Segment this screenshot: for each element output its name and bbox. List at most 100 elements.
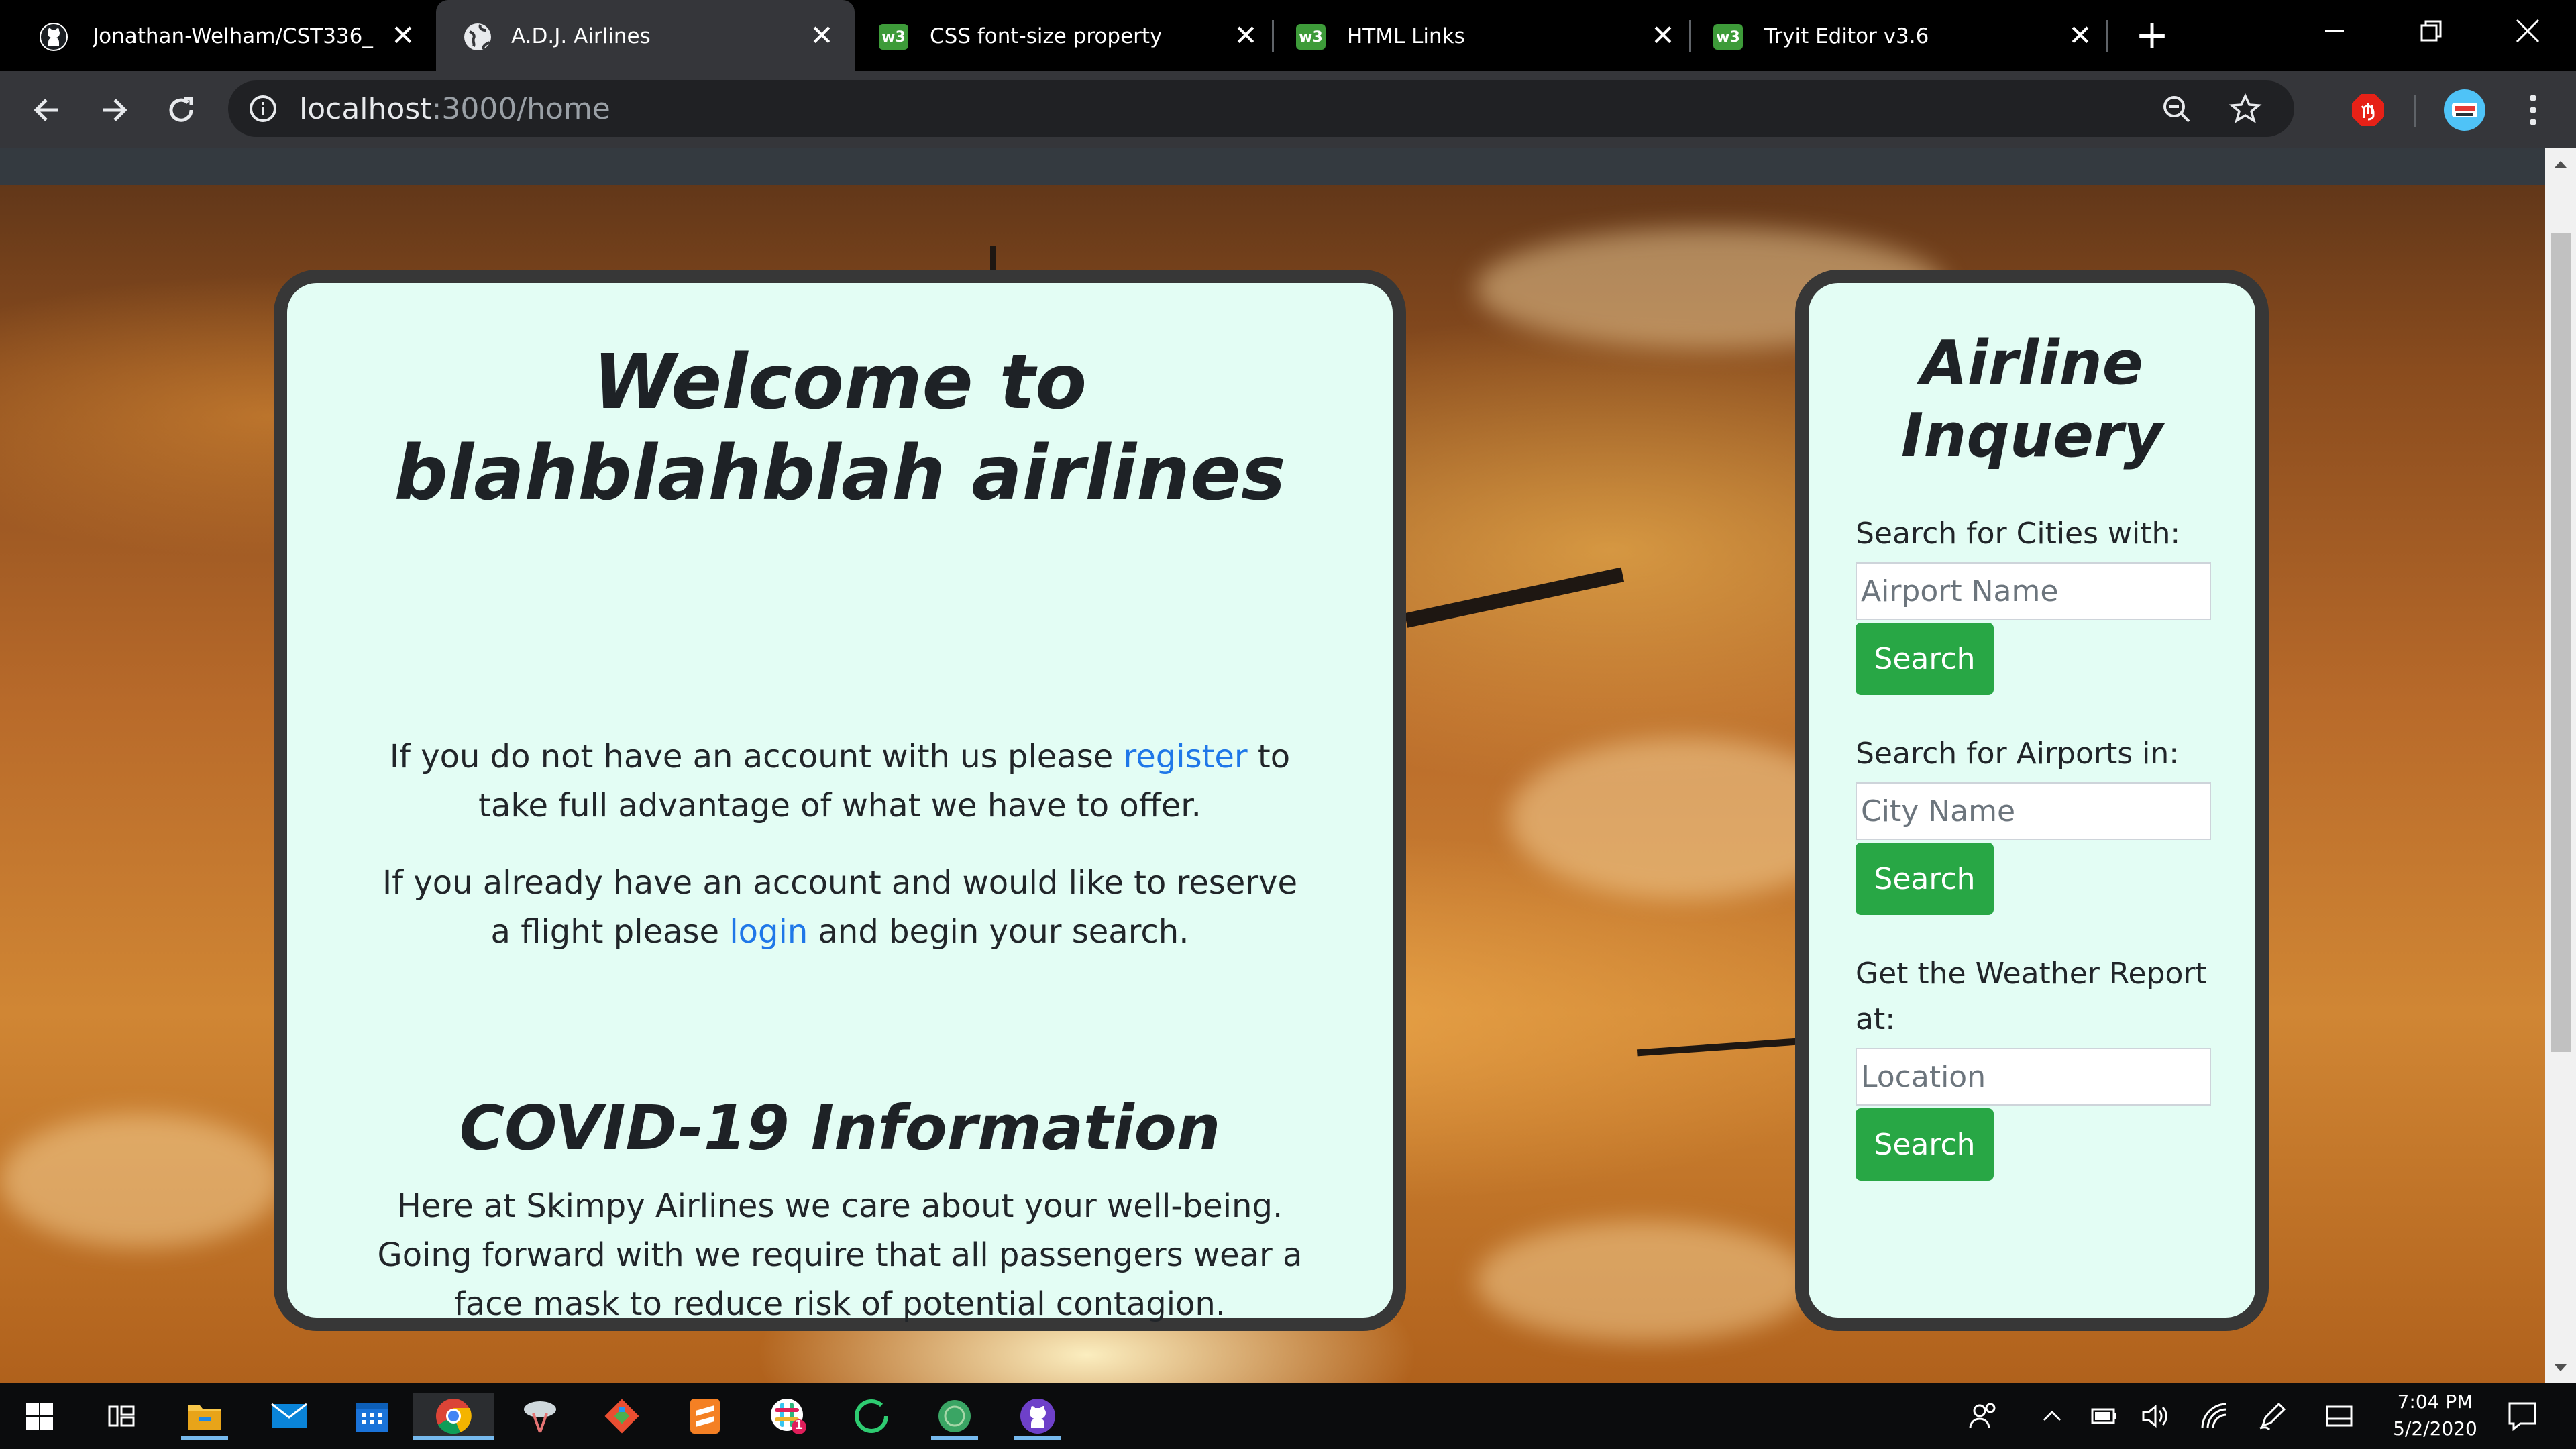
forward-arrow-icon[interactable] <box>90 86 138 134</box>
notification-badge: 1 <box>794 1418 804 1432</box>
w3schools-logo-text: w3 <box>879 24 908 50</box>
url-host: localhost <box>299 92 432 126</box>
wifi-icon[interactable] <box>2199 1401 2230 1432</box>
tab-title: CSS font-size property <box>930 24 1163 48</box>
notifications-icon[interactable] <box>2502 1401 2542 1432</box>
location-input[interactable] <box>1856 1048 2211 1106</box>
close-tab-icon[interactable]: ✕ <box>805 19 839 52</box>
file-explorer-icon[interactable] <box>181 1393 228 1440</box>
airport-name-input[interactable] <box>1856 562 2211 620</box>
close-tab-icon[interactable]: ✕ <box>2063 19 2097 52</box>
scroll-up-arrow-icon[interactable] <box>2552 156 2569 173</box>
site-navbar <box>0 148 2545 185</box>
mail-icon[interactable] <box>266 1393 313 1440</box>
clock-date[interactable]: 5/2/2020 <box>2388 1417 2482 1441</box>
weather-search-label: Get the Weather Report at: <box>1856 957 2207 1036</box>
search-airports-button[interactable]: Search <box>1856 843 1994 915</box>
login-paragraph: If you already have an account and would… <box>368 859 1312 957</box>
register-text-before: If you do not have an account with us pl… <box>389 738 1124 775</box>
people-icon[interactable] <box>1968 1401 1999 1432</box>
profile-avatar[interactable] <box>2440 86 2489 134</box>
battery-icon[interactable] <box>2088 1401 2118 1432</box>
close-tab-icon[interactable]: ✕ <box>386 19 420 52</box>
adblock-extension-icon[interactable] <box>2344 86 2392 134</box>
w3schools-logo-text: w3 <box>1296 24 1326 50</box>
running-indicator <box>1014 1436 1061 1440</box>
tab-title: A.D.J. Airlines <box>511 24 651 48</box>
globe-icon <box>463 22 492 52</box>
slack-icon[interactable]: 1 <box>765 1393 812 1440</box>
tab-title: HTML Links <box>1347 24 1465 48</box>
toolbar-separator <box>2414 95 2416 127</box>
tab-github[interactable]: Jonathan-Welham/CST336_Fin ✕ <box>0 0 433 71</box>
background-plane-wing <box>1404 567 1625 628</box>
circle-app-icon[interactable] <box>848 1393 895 1440</box>
url-text: localhost:3000/home <box>299 93 610 126</box>
w3schools-logo-text: w3 <box>1713 24 1743 50</box>
covid-heading: COVID-19 Information <box>459 1092 1221 1164</box>
inquiry-heading: Airline Inquery <box>1900 328 2163 471</box>
browser-tab-bar: Jonathan-Welham/CST336_Fin ✕ A.D.J. Airl… <box>0 0 2576 71</box>
github-icon <box>39 22 68 52</box>
scrollbar-thumb[interactable] <box>2551 233 2571 1052</box>
bookmark-star-icon[interactable] <box>2229 93 2262 126</box>
reload-icon[interactable] <box>157 86 205 134</box>
close-tab-icon[interactable]: ✕ <box>1646 19 1680 52</box>
chrome-taskbar-icon[interactable] <box>413 1393 494 1440</box>
search-cities-button[interactable]: Search <box>1856 623 1994 695</box>
address-bar[interactable]: localhost:3000/home <box>228 80 2294 137</box>
back-arrow-icon[interactable] <box>23 86 71 134</box>
task-view-icon[interactable] <box>98 1393 145 1440</box>
windows-start-icon[interactable] <box>16 1393 63 1440</box>
running-indicator <box>181 1436 228 1440</box>
pen-workspace-icon[interactable] <box>2257 1401 2288 1432</box>
page-scrollbar[interactable] <box>2545 148 2576 1383</box>
running-indicator <box>413 1436 494 1440</box>
zoom-icon[interactable] <box>2160 93 2194 126</box>
scroll-down-arrow-icon[interactable] <box>2552 1359 2569 1377</box>
page-viewport: Welcome to blahblahblah airlines If you … <box>0 148 2545 1383</box>
background-plane <box>1636 1038 1799 1057</box>
clock-time[interactable]: 7:04 PM <box>2388 1390 2482 1414</box>
covid-body-text: Here at Skimpy Airlines we care about yo… <box>377 1187 1303 1323</box>
volume-icon[interactable] <box>2140 1401 2171 1432</box>
new-tab-button[interactable]: + <box>2132 15 2172 56</box>
w3schools-icon: w3 <box>1296 22 1326 52</box>
airline-inquiry-card: Airline Inquery Search for Cities with: … <box>1795 270 2269 1331</box>
sublime-text-icon[interactable] <box>682 1393 729 1440</box>
w3schools-icon: w3 <box>1713 22 1743 52</box>
airports-search-label: Search for Airports in: <box>1856 737 2180 771</box>
git-client-icon[interactable] <box>598 1393 645 1440</box>
chevron-up-icon[interactable] <box>2037 1401 2068 1432</box>
tab-separator <box>1689 20 1691 52</box>
tab-separator <box>2106 20 2108 52</box>
background-cloud <box>0 1114 282 1248</box>
register-link[interactable]: register <box>1124 738 1248 775</box>
url-path: :3000/home <box>431 92 610 126</box>
welcome-card: Welcome to blahblahblah airlines If you … <box>274 270 1406 1331</box>
w3schools-icon: w3 <box>879 22 908 52</box>
browser-toolbar: localhost:3000/home <box>0 71 2576 148</box>
minimize-icon[interactable] <box>2308 11 2361 51</box>
keyboard-icon[interactable] <box>2324 1401 2355 1432</box>
restore-icon[interactable] <box>2404 11 2458 51</box>
app-globe-icon[interactable] <box>931 1393 978 1440</box>
calendar-icon[interactable] <box>349 1393 396 1440</box>
login-link[interactable]: login <box>729 913 808 951</box>
tab-css-font-size[interactable]: w3 CSS font-size property ✕ <box>860 0 1275 71</box>
site-info-icon[interactable] <box>248 94 278 123</box>
tab-title: Jonathan-Welham/CST336_Fin <box>93 24 374 48</box>
city-name-input[interactable] <box>1856 782 2211 840</box>
github-desktop-icon[interactable] <box>1014 1393 1061 1440</box>
close-window-icon[interactable] <box>2501 11 2555 51</box>
close-tab-icon[interactable]: ✕ <box>1229 19 1263 52</box>
tab-separator <box>1272 20 1274 52</box>
search-weather-button[interactable]: Search <box>1856 1108 1994 1181</box>
browser-menu-icon[interactable] <box>2509 86 2557 134</box>
login-text-after: and begin your search. <box>808 913 1189 951</box>
background-cloud <box>1476 1221 1811 1342</box>
tab-html-links[interactable]: w3 HTML Links ✕ <box>1277 0 1692 71</box>
tab-tryit-editor[interactable]: w3 Tryit Editor v3.6 ✕ <box>1695 0 2110 71</box>
tab-adj-airlines[interactable]: A.D.J. Airlines ✕ <box>436 0 855 71</box>
snipping-tool-icon[interactable] <box>517 1393 564 1440</box>
